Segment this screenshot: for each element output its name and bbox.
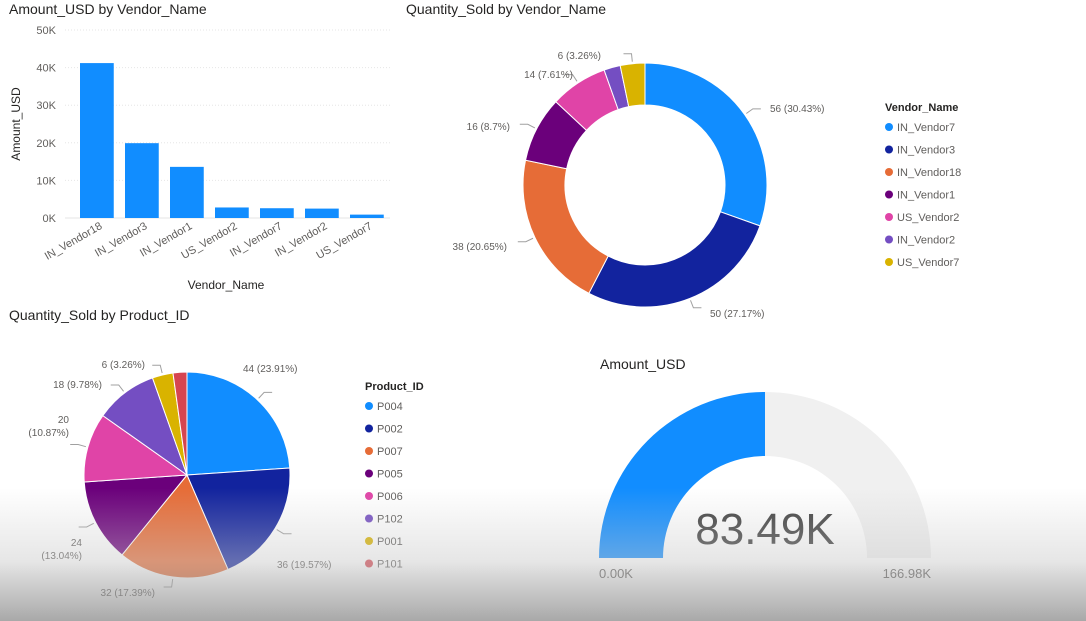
- leader-line: [152, 364, 163, 374]
- legend-marker: [885, 213, 893, 221]
- leader-line: [517, 237, 534, 243]
- x-axis-title: Vendor_Name: [188, 278, 265, 292]
- leader-line: [519, 123, 536, 129]
- legend-item-label: IN_Vendor18: [897, 167, 961, 179]
- legend-item-label: IN_Vendor3: [897, 145, 955, 157]
- legend-item-label: P002: [377, 424, 403, 436]
- legend-marker: [885, 258, 893, 266]
- legend-item-label: P001: [377, 536, 403, 548]
- y-tick-label: 0K: [43, 213, 57, 225]
- legend-item-label: US_Vendor2: [897, 212, 959, 224]
- legend-item-label: US_Vendor7: [897, 257, 959, 269]
- slice: [588, 211, 761, 308]
- bar-chart-panel[interactable]: Amount_USD by Vendor_Name 0K 10K 20K 30K 40K…: [0, 0, 400, 300]
- legend-item-label: P101: [377, 559, 403, 571]
- slice-data-label: 14 (7.61%): [524, 70, 573, 81]
- legend-marker: [885, 190, 893, 199]
- bar: [170, 166, 204, 218]
- leader-line: [70, 444, 87, 448]
- legend-marker: [365, 402, 373, 410]
- slice-data-label: 24 (13.04%): [41, 538, 82, 562]
- leader-line: [258, 391, 273, 399]
- slice-data-label: 6 (3.26%): [102, 360, 145, 371]
- gauge-svg: 83.49K 0.00K 166.98K: [599, 392, 932, 581]
- bar: [305, 208, 339, 218]
- slice-data-label: 56 (30.43%): [770, 104, 824, 115]
- slice-data-label: 20 (10.87%): [28, 415, 69, 439]
- y-tick-label: 30K: [36, 100, 56, 112]
- leader-line: [110, 384, 124, 392]
- slice: [644, 62, 768, 227]
- legend-marker: [365, 469, 373, 478]
- legend-marker: [885, 145, 893, 154]
- donut-chart-panel[interactable]: Quantity_Sold by Vendor_Name 56 (30.43%)…: [400, 0, 1086, 330]
- gauge-min-label: 0.00K: [599, 566, 633, 581]
- pie-chart-svg: 44 (23.91%) 36 (19.57%) 32 (17.39%) 24 (13.0…: [28, 360, 424, 599]
- leader-line: [276, 529, 292, 535]
- leader-line: [690, 300, 702, 309]
- legend-marker: [365, 447, 373, 455]
- slice-data-label: 16 (8.7%): [467, 122, 510, 133]
- legend-item-label: P004: [377, 401, 403, 413]
- legend-marker: [885, 123, 893, 131]
- slice: [186, 371, 291, 476]
- bar: [125, 143, 159, 218]
- leader-line: [163, 578, 174, 588]
- bar: [80, 63, 114, 219]
- legend-item-label: P007: [377, 446, 403, 458]
- slice: [522, 159, 609, 294]
- legend-item-label: P005: [377, 469, 403, 481]
- legend-item-label: IN_Vendor7: [897, 122, 955, 134]
- legend-marker: [365, 492, 373, 500]
- legend-marker: [885, 235, 893, 244]
- legend-marker: [885, 168, 893, 176]
- gauge-value-label: 83.49K: [695, 505, 834, 554]
- slice-data-label: 18 (9.78%): [53, 380, 102, 391]
- legend-title: Product_ID: [365, 381, 424, 393]
- legend-marker: [365, 537, 373, 545]
- y-tick-label: 40K: [36, 63, 56, 75]
- legend-marker: [365, 559, 373, 568]
- slice-data-label: 36 (19.57%): [277, 560, 331, 571]
- slice-data-label: 32 (17.39%): [101, 588, 155, 599]
- donut-chart-svg: 56 (30.43%) 50 (27.17%) 38 (20.65%) 16 (8.7…: [453, 51, 962, 320]
- legend-item-label: P006: [377, 491, 403, 503]
- legend-marker: [365, 514, 373, 523]
- slice-data-label: 6 (3.26%): [558, 51, 601, 62]
- bar: [215, 207, 249, 218]
- y-tick-label: 20K: [36, 138, 56, 150]
- y-axis-title: Amount_USD: [9, 87, 23, 161]
- legend-title: Vendor_Name: [885, 102, 958, 114]
- bar-chart-svg: 0K10K20K30K40K50KIN_Vendor18IN_Vendor3IN…: [9, 25, 390, 292]
- y-tick-label: 50K: [36, 25, 56, 37]
- legend-marker: [365, 424, 373, 433]
- slice-data-label: 50 (27.17%): [710, 309, 764, 320]
- leader-line: [746, 108, 761, 114]
- y-tick-label: 10K: [36, 175, 56, 187]
- legend-item-label: IN_Vendor1: [897, 190, 955, 202]
- legend-item-label: P102: [377, 514, 403, 526]
- pie-chart-panel[interactable]: Quantity_Sold by Product_ID 44 (23.91%) 3…: [0, 300, 460, 621]
- slice-data-label: 38 (20.65%): [453, 242, 507, 253]
- bar: [350, 214, 384, 218]
- leader-line: [78, 522, 95, 528]
- gauge-panel[interactable]: Amount_USD 83.49K 0.00K 166.98K: [560, 340, 980, 600]
- leader-line: [623, 53, 633, 62]
- gauge-max-label: 166.98K: [883, 566, 932, 581]
- bar: [260, 208, 294, 218]
- x-tick-label: IN_Vendor18: [43, 220, 105, 263]
- slice-data-label: 44 (23.91%): [243, 364, 297, 375]
- legend-item-label: IN_Vendor2: [897, 235, 955, 247]
